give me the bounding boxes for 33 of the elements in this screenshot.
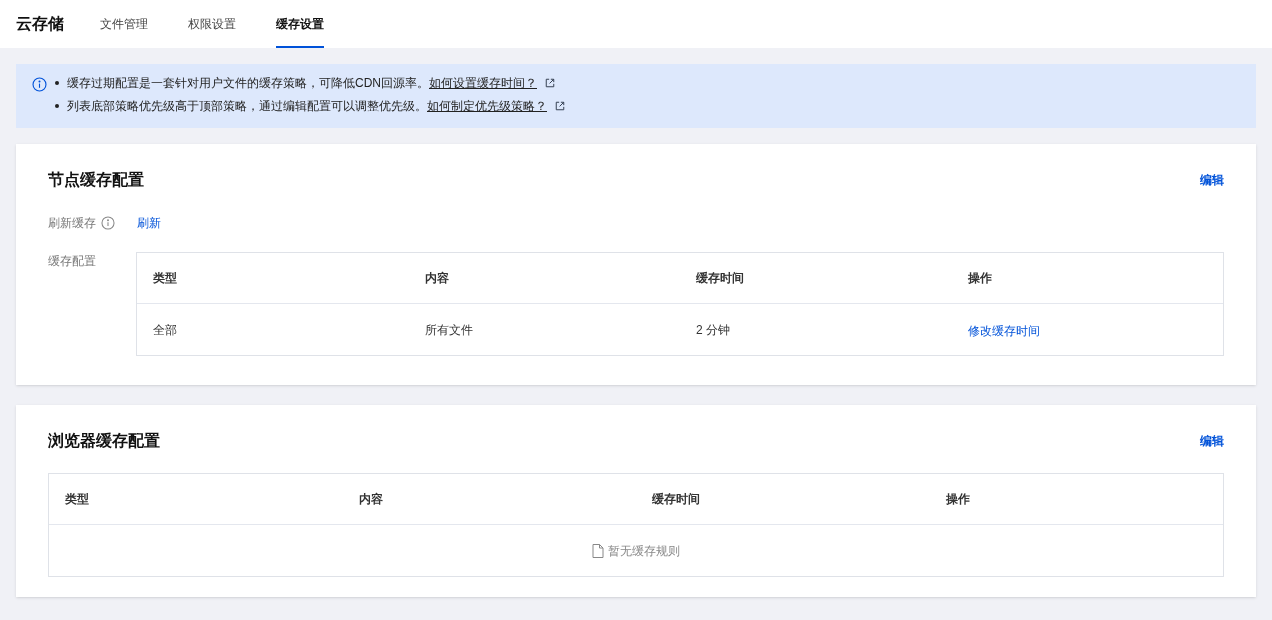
column-header: 类型 [152, 270, 178, 287]
modify-link[interactable]: 修改缓存时间 [967, 323, 1040, 338]
info-icon [32, 77, 47, 92]
refresh-link[interactable]: 刷新 [137, 214, 161, 232]
column-header: 缓存时间 [695, 270, 745, 287]
help-link[interactable]: 如何制定优先级策略？ [427, 97, 547, 115]
external-link-icon [555, 101, 565, 111]
empty-message: 暂无缓存规则 [608, 542, 680, 560]
document-icon [592, 543, 604, 558]
column-header: 类型 [64, 491, 90, 508]
field-label: 缓存配置 [48, 253, 97, 270]
nav-tab[interactable]: 权限设置 [188, 0, 236, 48]
edit-link[interactable]: 编辑 [1200, 171, 1224, 189]
nav-tab[interactable]: 缓存设置 [276, 0, 324, 48]
nav-tab[interactable]: 文件管理 [100, 0, 148, 48]
edit-link[interactable]: 编辑 [1200, 432, 1224, 450]
page-title: 云存储 [16, 14, 64, 34]
notice-text: 缓存过期配置是一套针对用户文件的缓存策略，可降低CDN回源率。 [67, 75, 429, 92]
external-link-icon [545, 78, 555, 88]
section-title: 浏览器缓存配置 [48, 431, 160, 451]
column-header: 内容 [357, 491, 384, 508]
help-link[interactable]: 如何设置缓存时间？ [429, 74, 537, 92]
section-title: 节点缓存配置 [48, 170, 144, 190]
table-cell-text: 2 分钟 [695, 321, 731, 339]
column-header: 缓存时间 [651, 491, 701, 508]
column-header: 内容 [423, 270, 450, 287]
notice-text: 列表底部策略优先级高于顶部策略，通过编辑配置可以调整优先级。 [67, 98, 427, 115]
column-header: 操作 [966, 270, 993, 287]
info-icon [101, 216, 115, 230]
table-cell-text: 全部 [152, 321, 178, 339]
field-label: 刷新缓存 [48, 215, 96, 232]
table-cell-text: 所有文件 [423, 321, 474, 339]
column-header: 操作 [944, 491, 971, 508]
